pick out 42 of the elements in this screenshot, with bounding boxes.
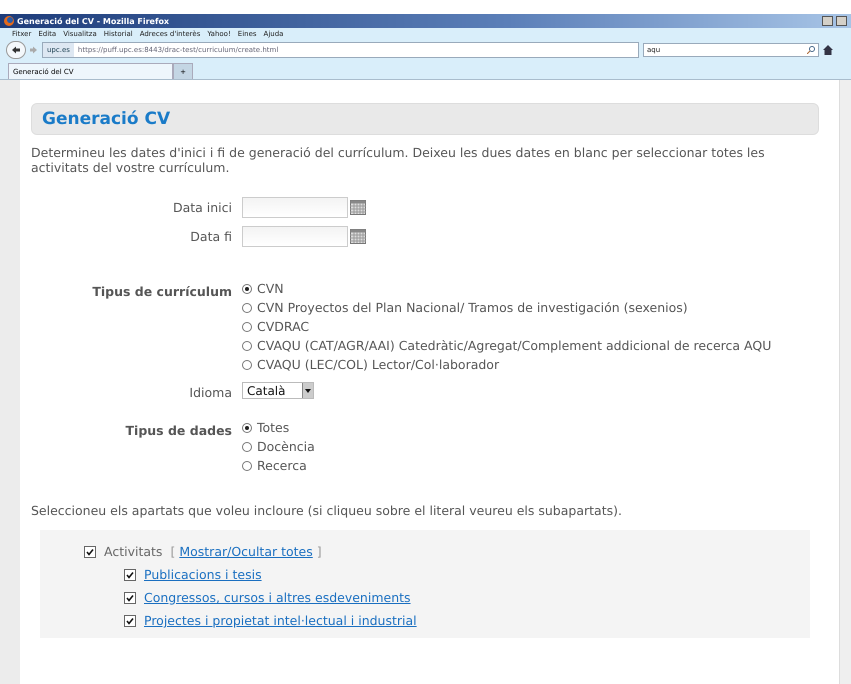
radio-option[interactable]: Recerca [242,458,315,473]
field-label: Data inici [172,199,232,215]
radio-option[interactable]: Totes [242,420,315,435]
home-icon[interactable] [823,45,833,55]
section-link[interactable]: Projectes i propietat intel·lectual i industrial [144,613,417,628]
search-icon[interactable] [807,46,815,54]
date-field[interactable] [242,197,348,218]
bracket: [ [170,544,176,559]
checkbox[interactable] [124,614,136,626]
checkbox[interactable] [84,546,96,558]
instruction-text: Seleccioneu els apartats que voleu incloure (si cliqueu sobre el literal veureu els subapartats). [31,503,623,518]
calendar-icon[interactable] [350,229,366,244]
caret-icon [305,388,311,392]
radio-option[interactable]: CVAQU (LEC/COL) Lector/Col·laborador [242,357,772,372]
field-label: Tipus de dades [124,422,232,438]
calendar-icon[interactable] [350,200,366,215]
section-link[interactable]: Publicacions i tesis [144,567,262,582]
radio-option[interactable]: CVN [242,281,772,296]
radio-option[interactable]: CVN Proyectos del Plan Nacional/ Tramos de investigación (sexenios) [242,300,772,315]
bracket: ] [316,544,322,559]
section-label: Activitats [104,544,162,559]
radio-option[interactable]: CVAQU (CAT/AGR/AAI) Catedràtic/Agregat/Complement addicional de recerca AQU [242,338,772,353]
back-arrow-icon [11,46,21,54]
window-title: Generació del CV - Mozilla Firefox [17,16,170,26]
back-button[interactable] [6,41,26,59]
date-field[interactable] [242,226,348,247]
firefox-icon [4,16,14,26]
page-heading: Generació CV [31,103,819,135]
scrollbar[interactable] [839,80,851,684]
toggle-link[interactable]: Mostrar/Ocultar totes [179,544,313,559]
intro-text: Determineu les dates d'inici i fi de generació del currículum. Deixeu les dues dates en blanc per seleccionar totes les activitats del vostre currículum. [31,145,766,175]
checkbox[interactable] [124,592,136,604]
maximize-button[interactable] [836,16,847,26]
checkbox[interactable] [124,568,136,580]
radio-option[interactable]: Docència [242,439,315,454]
section-link[interactable]: Congressos, cursos i altres esdeveniments [144,590,411,605]
field-label: Idioma [188,384,232,400]
radio-option[interactable]: CVDRAC [242,319,772,334]
minimize-button[interactable] [822,16,833,26]
field-label: Data fi [189,228,232,244]
language-select[interactable]: Català [242,382,314,399]
field-label: Tipus de currículum [91,283,232,299]
